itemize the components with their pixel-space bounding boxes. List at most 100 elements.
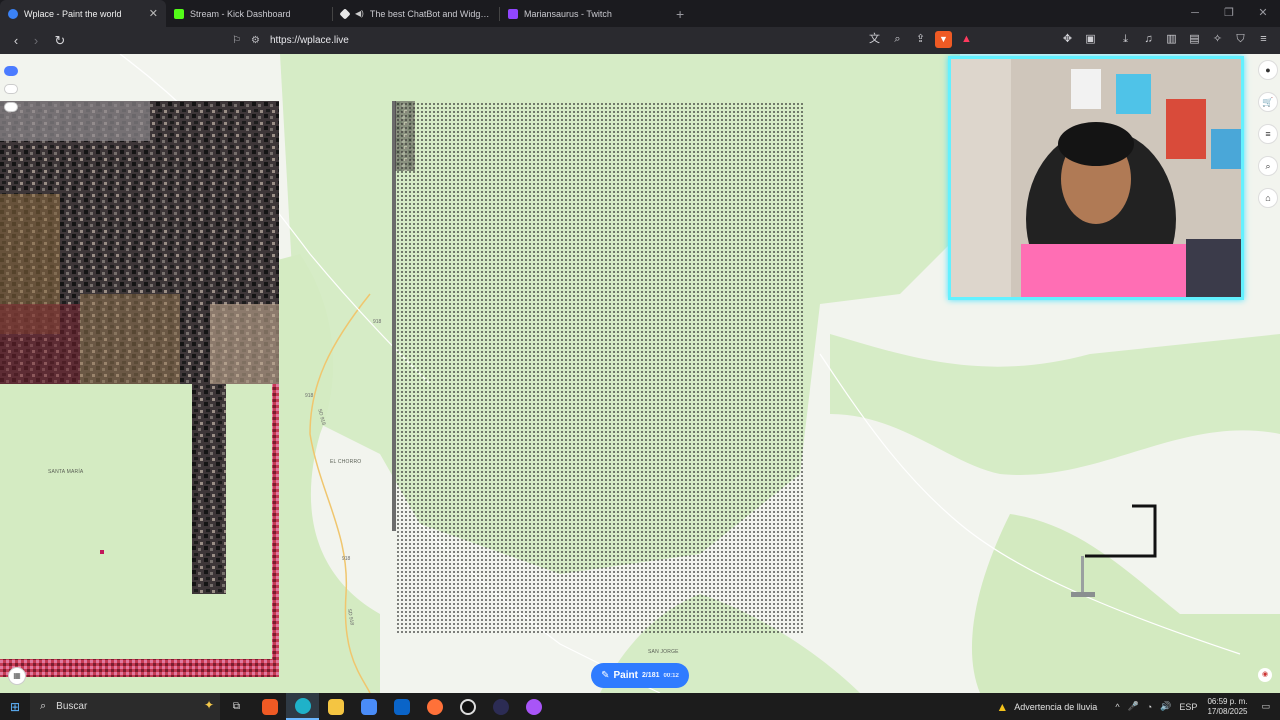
notification-icon[interactable]: ▭ (1261, 701, 1270, 712)
maximize-icon[interactable]: ❐ (1212, 0, 1246, 27)
search-icon: ⌕ (40, 700, 47, 712)
folder-icon (327, 698, 344, 715)
map-zoom-controls (4, 66, 18, 112)
clock-date: 17/08/2025 (1207, 706, 1248, 716)
chevron-up-icon[interactable]: ^ (1115, 702, 1119, 712)
zoom-in-button[interactable] (4, 66, 18, 76)
zoom-out-button[interactable] (4, 84, 18, 94)
search-icon[interactable]: ⌕ (1258, 156, 1278, 176)
tab-kick-dashboard[interactable]: Stream - Kick Dashboard (166, 0, 332, 27)
paint-charges: 2/181 (641, 672, 660, 679)
bookmark-icon[interactable]: ⚐ (232, 35, 241, 46)
taskbar-clock[interactable]: 06:59 p. m. 17/08/2025 (1207, 697, 1247, 717)
task-view-icon: ⧉ (232, 701, 241, 712)
info-button[interactable] (4, 102, 18, 112)
tab-chatbot[interactable]: ◀) The best ChatBot and Widgets fo (333, 0, 499, 27)
brave-shield-icon[interactable]: ▼ (935, 31, 952, 48)
paint-timer: 00:12 (663, 672, 679, 679)
extensions-icon[interactable]: ✥ (1059, 31, 1076, 48)
sidebar-icon[interactable]: ▥ (1163, 31, 1180, 48)
download-icon[interactable]: ⤓ (1117, 31, 1134, 48)
kick-favicon-icon (174, 8, 184, 19)
close-tab-icon[interactable]: ✕ (149, 7, 158, 20)
share-icon[interactable]: ⇪ (912, 31, 929, 48)
windows-taskbar: ⊞ ⌕ Buscar ✦ ⧉ ▲ Advertencia de lluvia ^… (0, 693, 1280, 720)
taskbar-search[interactable]: ⌕ Buscar ✦ (30, 693, 220, 720)
taskbar-outlook[interactable] (385, 693, 418, 720)
copilot-sparkle-icon: ✦ (203, 698, 214, 712)
reload-icon[interactable]: ↻ (50, 33, 70, 49)
streamer-webcam-overlay (948, 56, 1244, 300)
map-side-toolbar: ● 🛒 ≡ ⌕ ⌂ (1258, 60, 1278, 208)
messenger-icon (525, 698, 542, 715)
zoom-icon[interactable]: ⌕ (889, 31, 906, 48)
taskbar-edge[interactable] (286, 693, 319, 720)
windows-start-icon[interactable]: ⊞ (0, 700, 30, 714)
volume-icon[interactable]: 🔊 (1160, 701, 1171, 712)
tab-twitch[interactable]: Mariansaurus - Twitch (500, 0, 666, 27)
clock-time: 06:59 p. m. (1207, 696, 1248, 706)
store-icon[interactable]: 🛒 (1258, 92, 1278, 112)
firefox-icon (426, 698, 443, 715)
vpn-icon[interactable]: ⛉ (1232, 31, 1249, 48)
minimize-icon[interactable]: ─ (1178, 0, 1212, 27)
brave-icon (261, 698, 278, 715)
edge-icon (294, 697, 311, 714)
wifi-icon[interactable]: ◔ (1147, 702, 1152, 712)
address-bar-actions: 文 ⌕ ⇪ ▼ ▲ (866, 31, 975, 48)
paint-label: Paint (613, 670, 638, 681)
paint-button[interactable]: ✎ Paint 2/181 00:12 (591, 663, 689, 688)
webcam-feed-image (951, 59, 1241, 297)
media-icon[interactable]: ♫ (1140, 31, 1157, 48)
alliance-icon[interactable]: ⌂ (1258, 188, 1278, 208)
brave-rewards-icon[interactable]: ▲ (958, 31, 975, 48)
road-label: 918 (373, 319, 382, 325)
browser-toolbar: ‹ › ↻ ⚐ ⚙ https://wplace.live 文 ⌕ ⇪ ▼ ▲ … (0, 27, 1280, 54)
warning-icon: ▲ (996, 699, 1009, 714)
user-avatar[interactable]: ● (1258, 60, 1278, 80)
tab-label: Mariansaurus - Twitch (524, 8, 612, 19)
taskbar-explorer[interactable] (319, 693, 352, 720)
wplace-favicon-icon (8, 8, 18, 19)
language-indicator[interactable]: ESP (1179, 702, 1197, 712)
brush-icon: ✎ (601, 670, 610, 681)
taskbar-obs[interactable] (451, 693, 484, 720)
taskbar-firefox[interactable] (418, 693, 451, 720)
window-controls: ─ ❐ ✕ (1178, 0, 1280, 27)
taskbar-app[interactable] (484, 693, 517, 720)
translate-icon[interactable]: 文 (866, 31, 883, 48)
taskbar-messenger[interactable] (517, 693, 550, 720)
browser-tab-strip: Wplace - Paint the world ✕ Stream - Kick… (0, 0, 1280, 27)
taskbar-brave[interactable] (253, 693, 286, 720)
forward-icon[interactable]: › (26, 33, 46, 48)
chatbot-favicon-icon (339, 7, 351, 20)
outlook-icon (393, 698, 410, 715)
new-tab-button[interactable]: + (666, 6, 694, 22)
obs-icon (459, 698, 476, 715)
wplace-map-canvas[interactable]: SANTA MARÍA EL CHORRO SAN JORGE 918 918 … (0, 54, 1280, 693)
address-bar[interactable]: ⚐ ⚙ https://wplace.live (232, 30, 976, 51)
back-icon[interactable]: ‹ (6, 33, 26, 48)
road-label: 918 (342, 556, 351, 562)
report-button[interactable]: ◉ (1258, 668, 1272, 682)
tab-wplace[interactable]: Wplace - Paint the world ✕ (0, 0, 166, 27)
tab-label: The best ChatBot and Widgets fo (369, 8, 491, 19)
leo-ai-icon[interactable]: ✧ (1209, 31, 1226, 48)
taskbar-store[interactable] (352, 693, 385, 720)
speaker-icon: ◀) (355, 9, 364, 18)
road-label: 918 (305, 393, 314, 399)
task-view-button[interactable]: ⧉ (220, 693, 253, 720)
close-window-icon[interactable]: ✕ (1246, 0, 1280, 27)
store-icon (360, 698, 377, 715)
leaderboard-icon[interactable]: ≡ (1258, 124, 1278, 144)
map-layers-button[interactable]: ▦ (8, 667, 26, 685)
wallet-icon[interactable]: ▤ (1186, 31, 1203, 48)
site-info-icon[interactable]: ⚙ (251, 35, 260, 46)
tab-label: Wplace - Paint the world (24, 8, 122, 19)
menu-icon[interactable]: ≡ (1255, 31, 1272, 48)
microphone-icon[interactable]: 🎤 (1128, 701, 1139, 712)
weather-widget[interactable]: ▲ Advertencia de lluvia (996, 700, 1097, 714)
screenshot-icon[interactable]: ▣ (1082, 31, 1099, 48)
place-label-santa-maria: SANTA MARÍA (48, 469, 84, 475)
app-icon (492, 698, 509, 715)
